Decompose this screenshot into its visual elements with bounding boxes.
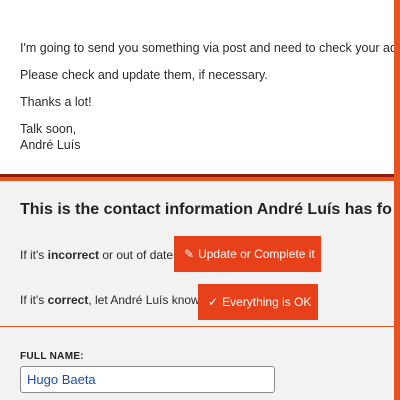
correct-prompt: If it's correct, let André Luís know: [20,293,204,307]
form-heading: This is the contact information André Lu… [20,201,392,218]
email-signoff: Talk soon, [20,122,77,136]
email-line: I'm going to send you something via post… [20,41,394,55]
checkmark-icon: ✓ [208,295,219,309]
full-name-label: FULL NAME: [20,351,84,362]
full-name-input[interactable] [20,366,275,393]
email-line: Thanks a lot! [20,95,92,109]
update-button-label: Update or Complete it [198,247,315,261]
everything-ok-button[interactable]: ✓ Everything is OK [198,284,318,320]
section-divider [0,326,394,327]
email-message: I'm going to send you something via post… [0,0,394,177]
pencil-icon: ✎ [184,247,195,261]
email-line: Please check and update them, if necessa… [20,68,268,82]
contact-form: This is the contact information André Lu… [0,181,394,400]
update-button[interactable]: ✎ Update or Complete it [174,236,321,272]
incorrect-prompt: If it's incorrect or out of date: [20,248,177,262]
everything-ok-button-label: Everything is OK [222,295,312,309]
email-signature: André Luís [20,138,81,152]
